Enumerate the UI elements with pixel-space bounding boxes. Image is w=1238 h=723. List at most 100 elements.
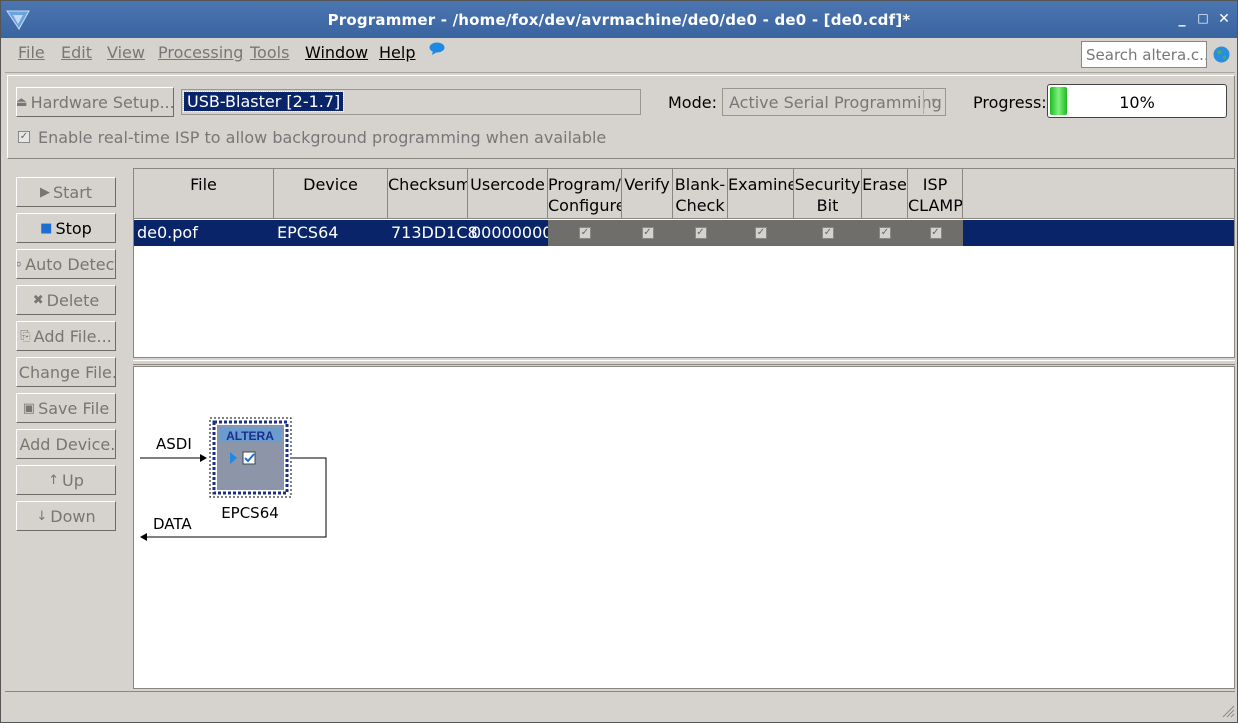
- delete-button: ✖ Delete: [16, 285, 116, 315]
- col-empty: [963, 169, 1234, 219]
- data-label: DATA: [153, 515, 192, 533]
- stop-label: Stop: [55, 218, 92, 238]
- cell-usercode: 00000000: [471, 223, 553, 242]
- isp-checkbox-label: Enable real-time ISP to allow background…: [38, 128, 607, 147]
- minimize-button[interactable]: _: [1173, 11, 1191, 27]
- device-table: File Device Checksum Usercode Program/ C…: [133, 168, 1235, 358]
- add-device-button: ◆ Add Device...: [16, 429, 116, 459]
- globe-icon[interactable]: [1213, 46, 1230, 63]
- resize-grip-icon[interactable]: [1221, 704, 1235, 718]
- hardware-icon: ⏏: [16, 94, 28, 110]
- col-program-configure[interactable]: Program/ Configure: [548, 169, 622, 219]
- cell-examine[interactable]: ✓: [728, 220, 794, 246]
- col-erase[interactable]: Erase: [862, 169, 908, 219]
- mode-value: Active Serial Programming: [729, 93, 942, 112]
- close-button[interactable]: ✕: [1215, 11, 1233, 27]
- col-security-bit[interactable]: Security Bit: [794, 169, 862, 219]
- hardware-field[interactable]: USB-Blaster [2-1.7]: [181, 89, 641, 115]
- menu-tools[interactable]: Tools: [250, 43, 289, 62]
- cell-isp-clamp[interactable]: ✓: [908, 220, 963, 246]
- add-file-button: ⎘ Add File...: [16, 321, 116, 351]
- cell-program-configure[interactable]: ✓: [548, 220, 622, 246]
- delete-label: Delete: [46, 290, 100, 310]
- add-file-label: Add File...: [33, 326, 112, 346]
- start-button: ▶ Start: [16, 177, 116, 207]
- chain-svg: ALTERA ASDI DATA EPCS64: [140, 417, 327, 541]
- mode-label: Mode:: [668, 93, 717, 112]
- change-file-label: Change File...: [18, 362, 116, 382]
- down-button: ↓ Down: [16, 501, 116, 531]
- start-label: Start: [52, 182, 93, 202]
- asdi-label: ASDI: [156, 435, 192, 453]
- menu-help[interactable]: Help: [379, 43, 415, 62]
- pane-splitter[interactable]: [133, 360, 1235, 365]
- col-examine[interactable]: Examine: [728, 169, 794, 219]
- help-bubble-icon[interactable]: [429, 42, 445, 55]
- cell-erase[interactable]: ✓: [862, 220, 908, 246]
- save-file-label: Save File: [38, 398, 110, 418]
- chevron-down-icon: ▾: [923, 90, 944, 114]
- table-row[interactable]: de0.pof EPCS64 713DD1C8 00000000 ✓ ✓ ✓ ✓…: [134, 220, 1234, 246]
- col-blank-check[interactable]: Blank- Check: [673, 169, 728, 219]
- erase-checkbox[interactable]: ✓: [879, 227, 891, 239]
- down-arrow-icon: ↓: [36, 508, 48, 524]
- stop-button[interactable]: ■ Stop: [16, 213, 116, 243]
- binoculars-icon: ∞: [17, 257, 22, 272]
- hardware-value: USB-Blaster [2-1.7]: [182, 91, 345, 112]
- save-file-button: ▣ Save File: [16, 393, 116, 423]
- blank-check-checkbox[interactable]: ✓: [694, 227, 707, 239]
- save-icon: ▣: [22, 400, 36, 416]
- progress-label: Progress:: [973, 93, 1047, 112]
- col-device[interactable]: Device: [274, 169, 388, 219]
- program-checkbox[interactable]: ✓: [579, 227, 591, 239]
- col-checksum[interactable]: Checksum: [388, 169, 468, 219]
- change-file-button: ↺ Change File...: [16, 357, 116, 387]
- add-file-icon: ⎘: [20, 328, 31, 344]
- up-label: Up: [62, 470, 84, 490]
- status-bar: [5, 691, 1235, 719]
- examine-checkbox[interactable]: ✓: [755, 227, 767, 239]
- isp-checkbox: ✓: [18, 131, 30, 143]
- programmer-window: Programmer - /home/fox/dev/avrmachine/de…: [0, 0, 1238, 723]
- progress-bar: 10%: [1047, 84, 1227, 118]
- col-verify[interactable]: Verify: [622, 169, 673, 219]
- data-arrow-icon: [140, 533, 147, 541]
- col-file[interactable]: File: [134, 169, 274, 219]
- menu-window[interactable]: Window: [305, 43, 368, 62]
- cell-security-bit[interactable]: ✓: [794, 220, 862, 246]
- cell-verify[interactable]: ✓: [622, 220, 673, 246]
- stop-icon: ■: [40, 220, 53, 236]
- chain-diagram: ALTERA ASDI DATA EPCS64: [133, 366, 1235, 689]
- mode-select: Active Serial Programming ▾: [722, 88, 946, 116]
- maximize-button[interactable]: □: [1194, 11, 1212, 25]
- device-label: EPCS64: [221, 504, 279, 522]
- col-usercode[interactable]: Usercode: [468, 169, 548, 219]
- menu-bar: File Edit View Processing Tools Window H…: [1, 38, 1237, 69]
- up-button: ↑ Up: [16, 465, 116, 495]
- cell-checksum: 713DD1C8: [391, 223, 478, 242]
- cell-file: de0.pof: [137, 223, 198, 242]
- menu-edit[interactable]: Edit: [61, 43, 92, 62]
- start-icon: ▶: [39, 184, 50, 200]
- security-bit-checkbox[interactable]: ✓: [822, 227, 834, 239]
- window-title: Programmer - /home/fox/dev/avrmachine/de…: [327, 11, 911, 29]
- col-isp-clamp[interactable]: ISP CLAMP: [908, 169, 963, 219]
- chip-brand: ALTERA: [226, 429, 274, 443]
- up-arrow-icon: ↑: [48, 472, 60, 488]
- add-device-label: Add Device...: [19, 434, 116, 454]
- menu-view[interactable]: View: [107, 43, 145, 62]
- menu-separator: [5, 72, 1235, 73]
- asdi-arrow-icon: [200, 454, 207, 462]
- hardware-setup-label: Hardware Setup...: [30, 92, 174, 112]
- cell-device: EPCS64: [277, 223, 339, 242]
- isp-clamp-checkbox[interactable]: ✓: [929, 227, 942, 239]
- menu-processing[interactable]: Processing: [158, 43, 243, 62]
- verify-checkbox[interactable]: ✓: [641, 227, 654, 239]
- menu-file[interactable]: File: [18, 43, 45, 62]
- cell-blank-check[interactable]: ✓: [673, 220, 728, 246]
- title-bar: Programmer - /home/fox/dev/avrmachine/de…: [1, 1, 1237, 38]
- search-input[interactable]: Search altera.c...: [1081, 41, 1207, 68]
- down-label: Down: [50, 506, 96, 526]
- progress-text: 10%: [1119, 93, 1155, 112]
- hardware-setup-button[interactable]: ⏏ Hardware Setup...: [16, 87, 174, 117]
